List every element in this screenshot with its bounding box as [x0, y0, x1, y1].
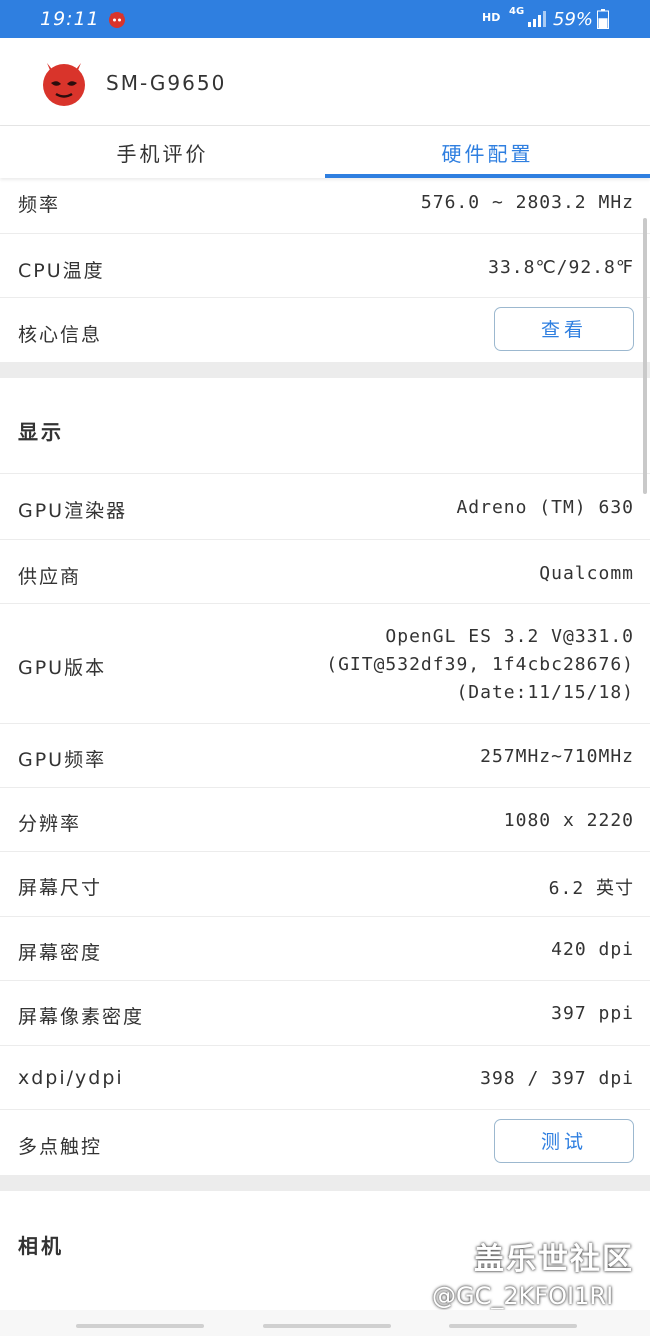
row-label: GPU渲染器 — [18, 500, 128, 522]
network-type-indicator: 4G — [509, 6, 525, 17]
info-row-gpu-renderer: GPU渲染器 Adreno (TM) 630 — [0, 474, 650, 540]
battery-icon — [597, 9, 609, 29]
antutu-logo-icon — [43, 63, 85, 106]
antutu-notification-icon — [109, 12, 125, 28]
row-label: GPU频率 — [18, 749, 107, 771]
row-label: 供应商 — [18, 566, 82, 588]
status-bar: 19:11 HD 4G 59% — [0, 0, 650, 38]
info-row-screen-size: 屏幕尺寸 6.2 英寸 — [0, 852, 650, 917]
row-label: 屏幕像素密度 — [18, 1006, 145, 1028]
row-value: 397 ppi — [551, 1003, 634, 1024]
row-label: 分辨率 — [18, 813, 82, 835]
row-value: 6.2 英寸 — [548, 878, 634, 899]
info-row-gpu-version: GPU版本 OpenGL ES 3.2 V@331.0 (GIT@532df39… — [0, 604, 650, 724]
info-row-cpu-temperature: CPU温度 33.8℃/92.8℉ — [0, 234, 650, 298]
row-value: 398 / 397 dpi — [480, 1068, 634, 1089]
row-label: CPU温度 — [18, 260, 105, 282]
row-value: 1080 x 2220 — [503, 810, 634, 831]
row-value: Adreno (TM) 630 — [456, 497, 634, 518]
row-value: 420 dpi — [551, 939, 634, 960]
gpu-version-line: OpenGL ES 3.2 V@331.0 — [385, 626, 634, 647]
info-row-multitouch: 多点触控 测试 — [0, 1110, 650, 1174]
scrollbar[interactable] — [643, 218, 647, 494]
row-label: 屏幕尺寸 — [18, 877, 103, 899]
section-header-display: 显示 — [0, 378, 650, 474]
navigation-bar — [0, 1310, 650, 1336]
row-label: xdpi/ydpi — [18, 1067, 124, 1089]
info-row-resolution: 分辨率 1080 x 2220 — [0, 788, 650, 852]
status-time: 19:11 — [40, 8, 100, 30]
row-label: 频率 — [18, 194, 61, 216]
hardware-info-list[interactable]: 频率 576.0 ~ 2803.2 MHz CPU温度 33.8℃/92.8℉ … — [0, 178, 650, 1336]
row-label: 多点触控 — [18, 1136, 103, 1158]
nav-recents-button[interactable] — [76, 1324, 204, 1328]
watermark-site: 盖乐世社区 — [474, 1242, 634, 1277]
row-label: 屏幕密度 — [18, 942, 103, 964]
gpu-version-line: (GIT@532df39, 1f4cbc28676) — [326, 654, 634, 675]
section-divider — [0, 1175, 650, 1191]
section-title: 显示 — [18, 420, 64, 444]
hd-voice-indicator: HD — [482, 11, 501, 24]
view-cores-button[interactable]: 查看 — [494, 307, 634, 351]
section-divider — [0, 362, 650, 378]
info-row-gpu-frequency: GPU频率 257MHz~710MHz — [0, 724, 650, 788]
row-label: 核心信息 — [18, 324, 103, 346]
signal-strength-icon — [528, 11, 546, 27]
tab-hardware-config[interactable]: 硬件配置 — [325, 126, 650, 178]
active-tab-indicator — [325, 174, 650, 178]
info-row-frequency: 频率 576.0 ~ 2803.2 MHz — [0, 178, 650, 234]
device-model: SM-G9650 — [106, 71, 227, 95]
watermark-user: @GC_2KFOI1RI — [432, 1282, 614, 1310]
app-header: SM-G9650 — [0, 38, 650, 126]
row-value: 576.0 ~ 2803.2 MHz — [420, 192, 634, 213]
row-value: Qualcomm — [539, 563, 634, 584]
row-label: GPU版本 — [18, 657, 107, 679]
row-value-multiline: OpenGL ES 3.2 V@331.0 (GIT@532df39, 1f4c… — [326, 623, 634, 707]
tab-phone-evaluation[interactable]: 手机评价 — [0, 126, 325, 178]
info-row-core-info: 核心信息 查看 — [0, 298, 650, 361]
multitouch-test-button[interactable]: 测试 — [494, 1119, 634, 1163]
info-row-screen-density: 屏幕密度 420 dpi — [0, 917, 650, 981]
info-row-vendor: 供应商 Qualcomm — [0, 540, 650, 604]
info-row-xdpi-ydpi: xdpi/ydpi 398 / 397 dpi — [0, 1046, 650, 1110]
gpu-version-line: (Date:11/15/18) — [456, 682, 634, 703]
row-value: 257MHz~710MHz — [480, 746, 634, 767]
row-value: 33.8℃/92.8℉ — [488, 257, 634, 278]
section-title: 相机 — [18, 1234, 64, 1258]
nav-back-button[interactable] — [449, 1324, 577, 1328]
battery-percent: 59% — [553, 9, 594, 30]
info-row-pixel-density: 屏幕像素密度 397 ppi — [0, 981, 650, 1046]
nav-home-button[interactable] — [263, 1324, 391, 1328]
tab-bar: 手机评价 硬件配置 — [0, 126, 650, 178]
